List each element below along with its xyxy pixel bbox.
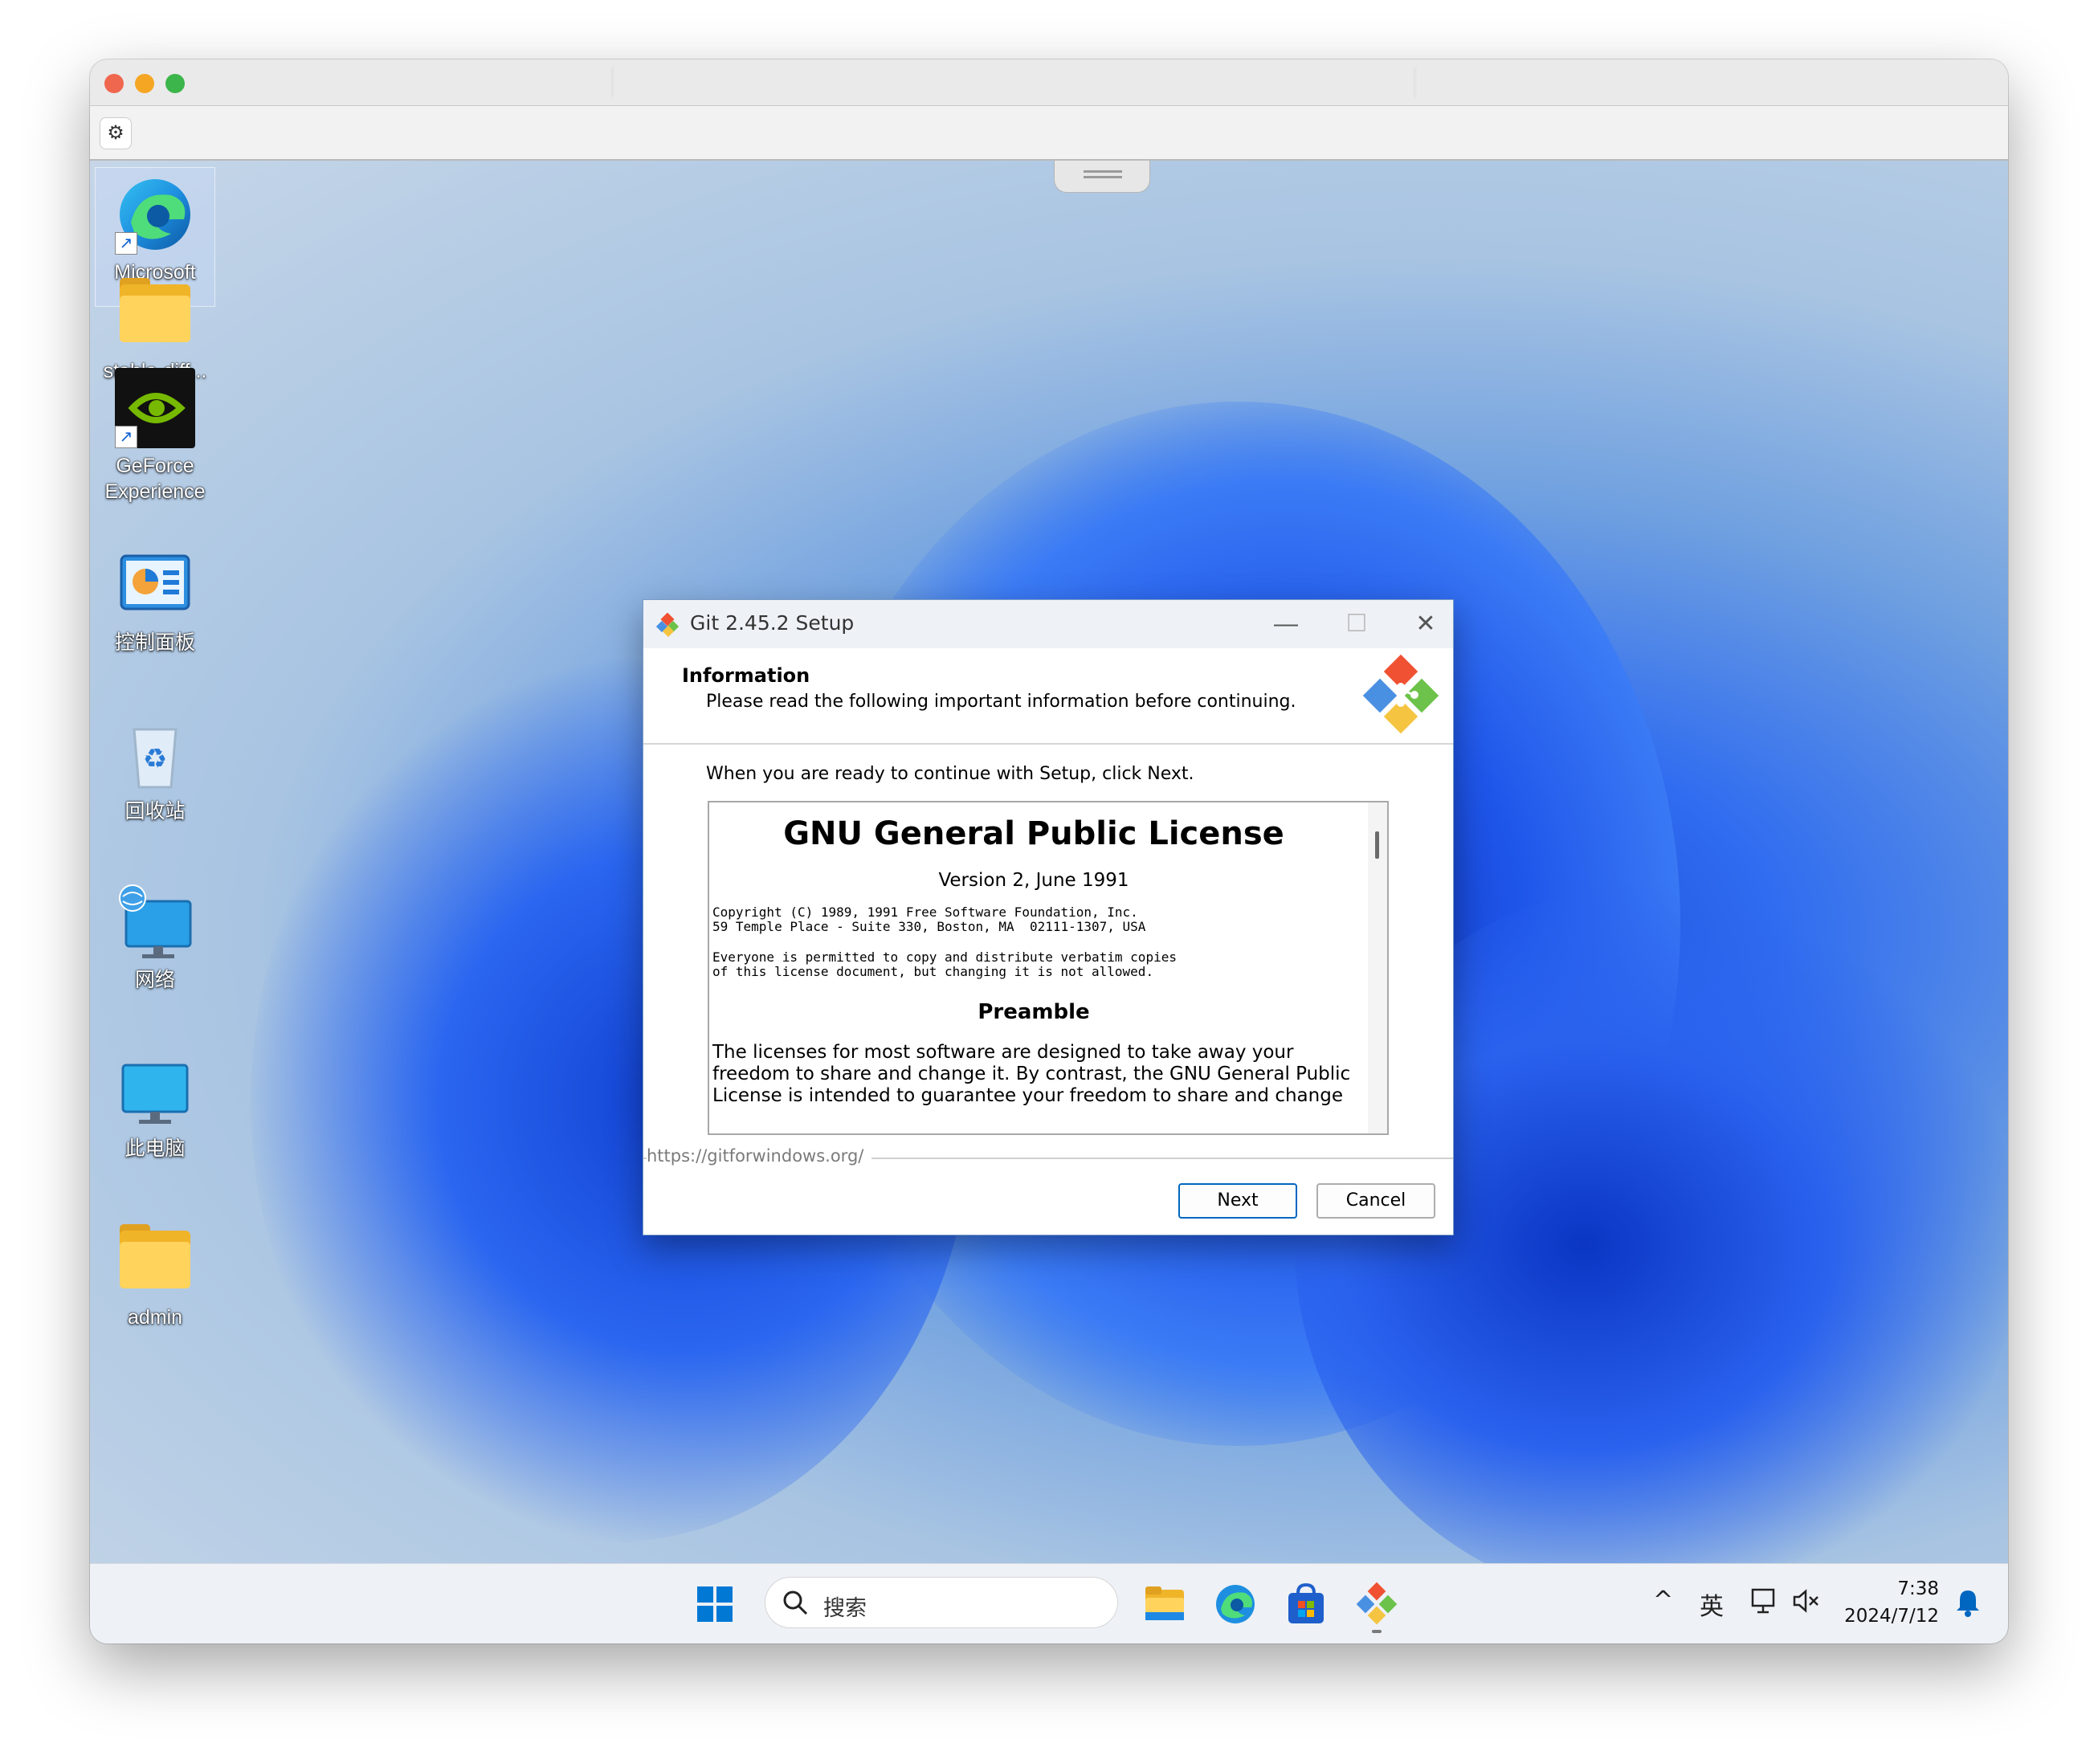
cancel-button[interactable]: Cancel <box>1316 1183 1435 1219</box>
geforce-icon: ↗ <box>115 368 195 448</box>
store-icon <box>1288 1582 1324 1623</box>
license-version: Version 2, June 1991 <box>938 870 1129 891</box>
license-permission: Everyone is permitted to copy and distri… <box>712 949 1177 979</box>
taskbar: 搜索 ^ 英 7:38 2024/7/12 <box>90 1563 2008 1644</box>
taskbar-edge[interactable] <box>1211 1580 1259 1628</box>
start-button[interactable] <box>691 1580 739 1628</box>
file-explorer-icon <box>1145 1586 1184 1620</box>
license-copyright: Copyright (C) 1989, 1991 Free Software F… <box>712 904 1146 934</box>
search-placeholder: 搜索 <box>823 1596 867 1621</box>
next-button[interactable]: Next <box>1178 1183 1297 1219</box>
close-icon[interactable]: ✕ <box>1402 606 1450 642</box>
folder-icon <box>115 273 195 353</box>
clock-date[interactable]: 2024/7/12 <box>1817 1606 1939 1627</box>
license-preamble-heading: Preamble <box>978 1000 1090 1024</box>
dialog-titlebar[interactable]: Git 2.45.2 Setup — ☐ ✕ <box>643 600 1453 648</box>
license-textbox[interactable]: GNU General Public License Version 2, Ju… <box>708 801 1389 1135</box>
git-setup-dialog: Git 2.45.2 Setup — ☐ ✕ Information Pleas… <box>643 599 1454 1235</box>
recycle-bin-icon: ♻ <box>115 713 195 794</box>
license-preamble-text: The licenses for most software are desig… <box>712 1042 1351 1106</box>
desktop-icon-this-pc[interactable]: 此电脑 <box>95 1044 215 1162</box>
ime-indicator[interactable]: 英 <box>1700 1586 1724 1622</box>
git-icon <box>655 612 680 638</box>
vm-settings-icon[interactable]: ⚙ <box>100 117 132 149</box>
dialog-title: Git 2.45.2 Setup <box>690 611 855 635</box>
host-window-title <box>612 67 1415 98</box>
git-logo-icon <box>1357 654 1445 743</box>
close-window-button[interactable] <box>104 74 124 93</box>
taskbar-search-box[interactable]: 搜索 <box>765 1577 1118 1628</box>
control-panel-icon <box>115 545 195 625</box>
volume-muted-icon[interactable] <box>1791 1586 1820 1622</box>
windows-logo-icon <box>697 1586 733 1622</box>
tray-overflow-chevron-icon[interactable]: ^ <box>1653 1586 1673 1615</box>
host-toolbar: ⚙ <box>90 106 2008 161</box>
clock-time[interactable]: 7:38 <box>1851 1578 1939 1599</box>
desktop-icon-control-panel[interactable]: 控制面板 <box>95 538 215 655</box>
website-url: https://gitforwindows.org/ <box>647 1146 872 1166</box>
maximize-icon: ☐ <box>1345 610 1368 637</box>
folder-icon <box>115 1219 195 1300</box>
this-pc-icon <box>115 1051 195 1131</box>
svg-text:♻: ♻ <box>143 743 167 775</box>
taskbar-store[interactable] <box>1282 1580 1330 1628</box>
minimize-icon[interactable]: — <box>1262 606 1310 642</box>
license-scrollbar[interactable] <box>1368 802 1387 1133</box>
page-subtitle: Please read the following important info… <box>706 692 1296 712</box>
host-titlebar <box>90 59 2008 106</box>
taskbar-file-explorer[interactable] <box>1141 1580 1189 1628</box>
desktop-icon-admin[interactable]: admin <box>95 1213 215 1330</box>
dialog-header: Information Please read the following im… <box>643 648 1453 745</box>
edge-icon <box>1216 1585 1255 1623</box>
network-icon <box>115 882 195 962</box>
notification-bell-icon[interactable] <box>1952 1586 1984 1619</box>
running-indicator <box>1372 1630 1382 1633</box>
git-icon <box>1356 1582 1398 1625</box>
taskbar-git-setup[interactable] <box>1353 1580 1401 1633</box>
network-status-icon[interactable] <box>1749 1586 1778 1622</box>
page-title: Information <box>682 664 810 687</box>
desktop-icon-geforce[interactable]: ↗ GeForce Experience <box>95 361 215 504</box>
desktop-icon-recycle-bin[interactable]: ♻ 回收站 <box>95 707 215 824</box>
vm-toolbar-handle[interactable] <box>1054 161 1150 193</box>
desktop-icon-network[interactable]: 网络 <box>95 876 215 993</box>
zoom-window-button[interactable] <box>165 74 185 93</box>
search-icon <box>782 1589 809 1616</box>
host-vm-window: ⚙ ↗ Microsoft ↗ GeForce Experience 控制面板 … <box>90 59 2008 1644</box>
minimize-window-button[interactable] <box>135 74 154 93</box>
setup-instruction: When you are ready to continue with Setu… <box>706 764 1194 784</box>
windows-desktop: ↗ Microsoft Edge stable-diff... ↗ GeForc… <box>90 161 2008 1563</box>
license-title: GNU General Public License <box>783 815 1284 852</box>
scrollbar-thumb[interactable] <box>1375 831 1379 859</box>
edge-icon: ↗ <box>115 174 195 255</box>
